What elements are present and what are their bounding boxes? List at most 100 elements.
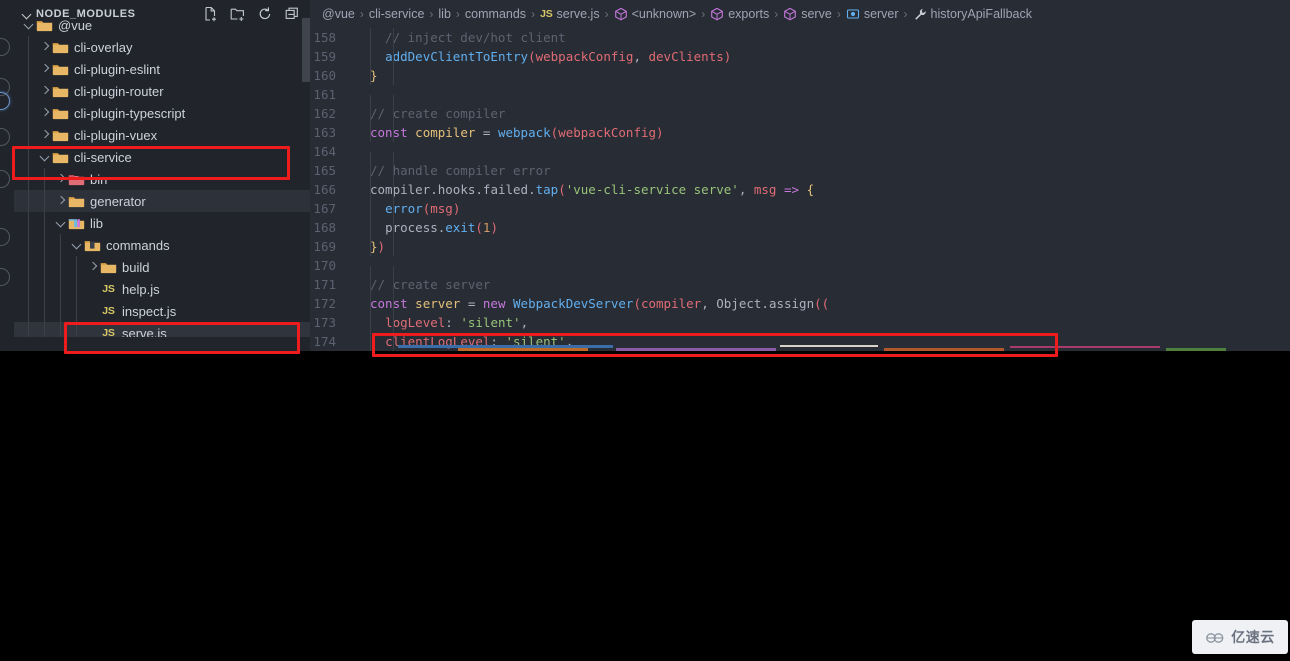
code-line[interactable]: 169}) — [310, 237, 1290, 256]
breadcrumb-item-cli-service[interactable]: cli-service — [369, 7, 425, 21]
tree-item-commands[interactable]: commands — [14, 234, 310, 256]
symbol-module-icon — [783, 7, 797, 21]
symbol-property-icon — [913, 7, 927, 21]
breadcrumb-item-commands[interactable]: commands — [465, 7, 526, 21]
watermark: 亿速云 — [1192, 620, 1288, 654]
indent-guide — [393, 47, 394, 66]
breadcrumb-separator: › — [359, 7, 364, 21]
breadcrumb-item-label: lib — [438, 7, 451, 21]
indent-guide — [393, 123, 394, 142]
code-line[interactable]: 171 // create server — [310, 275, 1290, 294]
code-editor[interactable]: 158 // inject dev/hot client 159 addDevCl… — [310, 28, 1290, 351]
breadcrumb-item-label: serve — [801, 7, 832, 21]
chevron-down-icon[interactable] — [70, 234, 84, 256]
code-token: assign — [768, 296, 815, 311]
code-line[interactable]: 163 const compiler = webpack(webpackConfi… — [310, 123, 1290, 142]
folder-icon — [52, 40, 69, 55]
code-line[interactable]: 164 — [310, 142, 1290, 171]
code-line[interactable]: 168 process.exit(1) — [310, 218, 1290, 237]
tree-item-serve-js[interactable]: JS serve.js — [14, 322, 310, 337]
tree-item-label: cli-service — [74, 149, 132, 165]
indent-guide — [28, 300, 29, 322]
chevron-right-icon[interactable] — [38, 124, 52, 146]
debug-icon[interactable] — [0, 128, 10, 146]
tree-item--vue[interactable]: @vue — [14, 14, 310, 36]
chevron-right-icon[interactable] — [86, 256, 100, 278]
explorer-icon[interactable] — [0, 38, 10, 56]
code-token: = — [460, 296, 483, 311]
tree-item-cli-plugin-router[interactable]: cli-plugin-router — [14, 80, 310, 102]
chevron-right-icon[interactable] — [38, 58, 52, 80]
tree-item-generator[interactable]: generator — [14, 190, 310, 212]
code-line[interactable]: 158 // inject dev/hot client — [310, 28, 1290, 47]
code-line[interactable]: 170 — [310, 256, 1290, 285]
code-line[interactable]: 159 addDevClientToEntry(webpackConfig, d… — [310, 47, 1290, 66]
breadcrumb[interactable]: @vue › cli-service › lib › commands › JS serve.js… — [310, 0, 1290, 28]
chevron-right-icon[interactable] — [38, 80, 52, 102]
tree-item-help-js[interactable]: JS help.js — [14, 278, 310, 300]
chevron-down-icon[interactable] — [54, 212, 68, 234]
code-line[interactable]: 165 // handle compiler error — [310, 161, 1290, 180]
code-line[interactable]: 160} — [310, 66, 1290, 85]
tree-item-label: help.js — [122, 281, 160, 297]
code-token: { — [806, 182, 815, 197]
code-token: , — [633, 49, 649, 64]
breadcrumb-item-lib[interactable]: lib — [438, 7, 451, 21]
symbol-module-icon — [710, 7, 724, 21]
line-number: 170 — [313, 258, 336, 273]
code-line[interactable]: 167 error(msg) — [310, 199, 1290, 218]
indent-guide — [60, 256, 61, 278]
sidebar-scrollbar[interactable] — [302, 18, 310, 82]
breadcrumb-item-server[interactable]: server — [846, 7, 899, 21]
breadcrumb-item-serve[interactable]: serve — [783, 7, 832, 21]
tree-item-inspect-js[interactable]: JS inspect.js — [14, 300, 310, 322]
code-token: => — [776, 182, 807, 197]
chevron-right-icon[interactable] — [38, 36, 52, 58]
breadcrumb-item-serve-js[interactable]: JS serve.js — [540, 7, 600, 21]
breadcrumb-item-historyapifallback[interactable]: historyApiFallback — [913, 7, 1032, 21]
activity-bar[interactable] — [0, 0, 14, 351]
chevron-down-icon[interactable] — [22, 14, 36, 36]
indent-guide — [60, 322, 61, 337]
account-icon[interactable] — [0, 228, 10, 246]
chevron-right-icon[interactable] — [54, 168, 68, 190]
chevron-right-icon[interactable] — [54, 190, 68, 212]
tree-item-build[interactable]: build — [14, 256, 310, 278]
indent-guide — [393, 161, 394, 180]
source-control-icon[interactable] — [0, 92, 10, 110]
code-line[interactable]: 166 compiler.hooks.failed.tap('vue-cli-se… — [310, 180, 1290, 199]
tree-item-cli-service[interactable]: cli-service — [14, 146, 310, 168]
tree-item-cli-plugin-eslint[interactable]: cli-plugin-eslint — [14, 58, 310, 80]
tree-item-cli-plugin-vuex[interactable]: cli-plugin-vuex — [14, 124, 310, 146]
code-line[interactable]: 161 — [310, 85, 1290, 114]
breadcrumb-item--unknown-[interactable]: <unknown> — [614, 7, 696, 21]
tree-item-label: cli-plugin-router — [74, 83, 164, 99]
tree-item-bin[interactable]: bin — [14, 168, 310, 190]
indent-guide — [28, 212, 29, 234]
line-number: 166 — [313, 182, 336, 197]
indent-guide — [28, 190, 29, 212]
file-tree[interactable]: @vue cli-overlay cli-plugin-eslint cli-plug… — [14, 14, 310, 337]
code-line[interactable]: 162 // create compiler — [310, 104, 1290, 123]
code-line[interactable]: 172 const server = new WebpackDevServer(c… — [310, 294, 1290, 313]
settings-icon[interactable] — [0, 268, 10, 286]
folder-icon — [68, 194, 85, 209]
chevron-down-icon[interactable] — [38, 146, 52, 168]
chevron-right-icon[interactable] — [38, 102, 52, 124]
breadcrumb-item--vue[interactable]: @vue — [322, 7, 355, 21]
tree-item-cli-overlay[interactable]: cli-overlay — [14, 36, 310, 58]
watermark-text: 亿速云 — [1231, 630, 1275, 646]
code-token: ( — [528, 49, 536, 64]
code-token: devClients — [648, 49, 724, 64]
extensions-icon[interactable] — [0, 170, 10, 188]
code-line[interactable]: 173 logLevel: 'silent', — [310, 313, 1290, 332]
tree-item-lib[interactable]: lib — [14, 212, 310, 234]
tree-item-cli-plugin-typescript[interactable]: cli-plugin-typescript — [14, 102, 310, 124]
line-number: 163 — [313, 125, 336, 140]
indent-guide — [370, 47, 371, 66]
folder-icon — [52, 106, 69, 121]
breadcrumb-item-exports[interactable]: exports — [710, 7, 769, 21]
indent-guide — [28, 168, 29, 190]
